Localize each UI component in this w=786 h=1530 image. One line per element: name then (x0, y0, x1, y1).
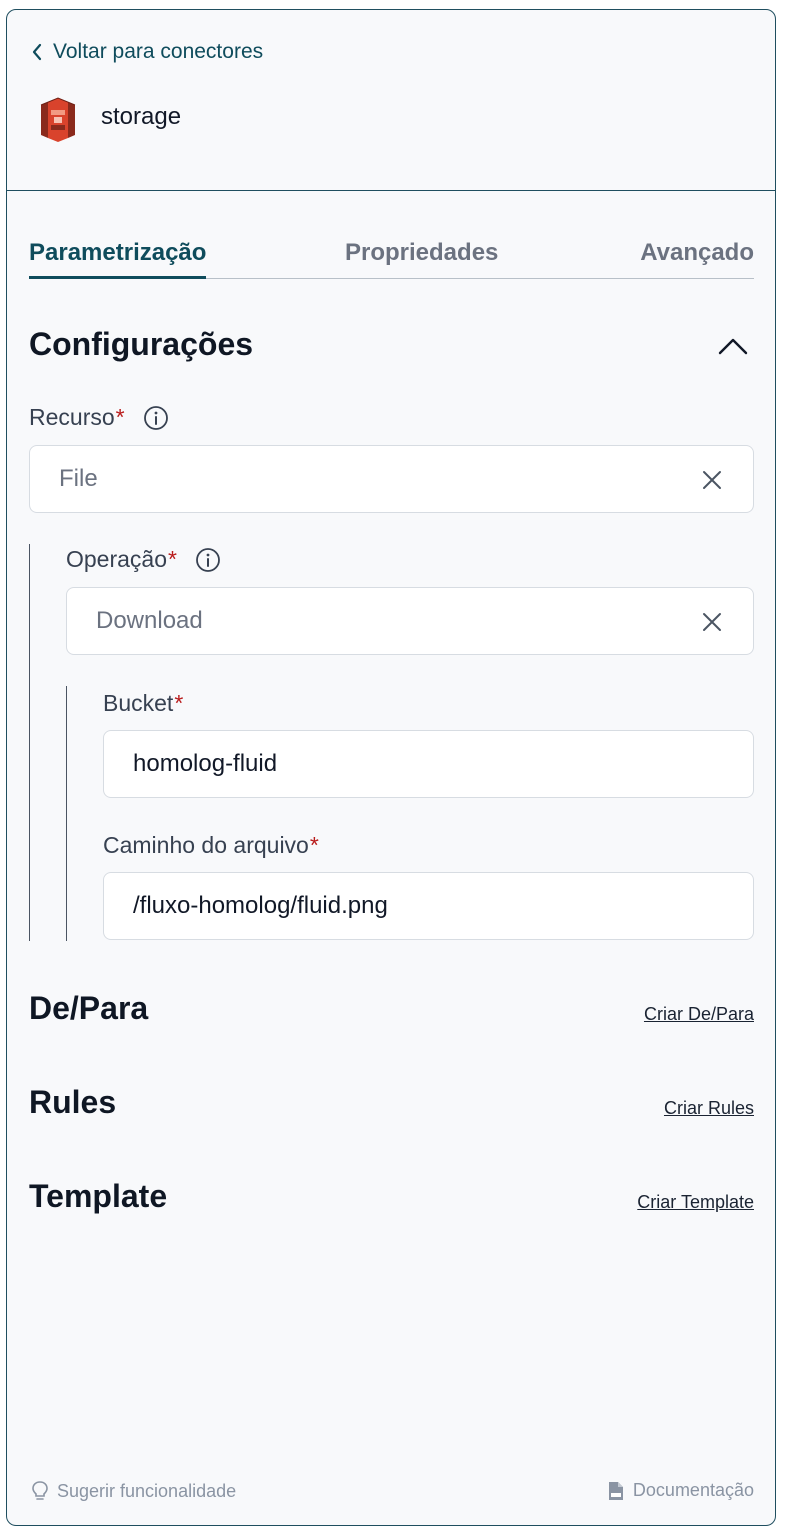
back-to-connectors-link[interactable]: Voltar para conectores (31, 40, 263, 64)
file-path-input[interactable]: /fluxo-homolog/fluid.png (103, 872, 754, 940)
connector-name: storage (101, 103, 182, 130)
template-title: Template (29, 1178, 168, 1214)
back-link-label: Voltar para conectores (53, 40, 264, 63)
criar-depara-link[interactable]: Criar De/Para (644, 1004, 754, 1025)
rules-title: Rules (29, 1084, 117, 1120)
criar-rules-link[interactable]: Criar Rules (664, 1098, 754, 1119)
bucket-value: homolog-fluid (133, 750, 278, 777)
required-mark: * (168, 546, 177, 572)
required-mark: * (174, 690, 184, 716)
operacao-select[interactable]: Download (66, 587, 754, 655)
chevron-up-icon[interactable] (717, 336, 749, 356)
operacao-value: Download (96, 607, 203, 634)
close-icon[interactable] (701, 611, 723, 633)
tab-bar: Parametrização Propriedades Avançado (29, 236, 754, 279)
close-icon[interactable] (701, 469, 723, 491)
recurso-select[interactable]: File (29, 445, 754, 513)
file-path-value: /fluxo-homolog/fluid.png (133, 892, 388, 919)
required-mark: * (115, 404, 125, 430)
documentation-link[interactable]: Documentação (607, 1480, 754, 1501)
recurso-value: File (59, 465, 98, 492)
bucket-input[interactable]: homolog-fluid (103, 730, 754, 798)
connector-panel: Voltar para conectores storage Parametri… (6, 9, 776, 1526)
configuracoes-title: Configurações (29, 326, 254, 362)
document-icon (608, 1481, 623, 1500)
criar-template-link[interactable]: Criar Template (637, 1192, 754, 1213)
suggest-feature-link[interactable]: Sugerir funcionalidade (31, 1480, 236, 1502)
tab-parametrizacao[interactable]: Parametrização (29, 236, 207, 279)
file-path-label: Caminho do arquivo * (103, 832, 319, 858)
info-icon[interactable] (143, 405, 169, 431)
info-icon[interactable] (195, 547, 221, 573)
chevron-left-icon (32, 43, 42, 61)
panel-header: Voltar para conectores storage (7, 10, 775, 191)
lightbulb-icon (32, 1481, 48, 1500)
tab-avancado[interactable]: Avançado (640, 236, 754, 278)
s3-bucket-logo (40, 97, 76, 142)
recurso-label: Recurso * (29, 404, 169, 431)
depara-title: De/Para (29, 990, 149, 1026)
bucket-label: Bucket * (103, 690, 184, 716)
documentation-label: Documentação (632, 1480, 754, 1500)
required-mark: * (309, 832, 319, 858)
tab-propriedades[interactable]: Propriedades (345, 236, 498, 278)
suggest-feature-label: Sugerir funcionalidade (57, 1480, 237, 1501)
nesting-line (66, 686, 67, 941)
nesting-line (29, 544, 30, 941)
operacao-label: Operação * (66, 546, 221, 573)
